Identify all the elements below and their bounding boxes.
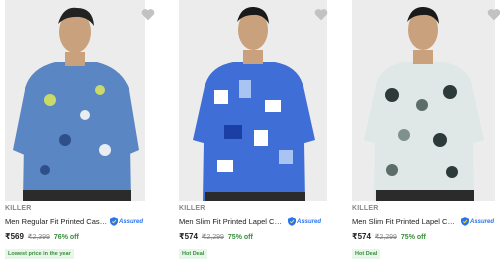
product-info: KILLER Men Slim Fit Printed Lapel Collar… [179,204,344,259]
assured-badge: Assured [110,217,143,227]
model-photo-shirt-white-print [352,0,495,201]
assured-label: Assured [119,218,144,225]
original-price: ₹2,299 [374,234,397,241]
product-image[interactable] [5,0,145,201]
discount-percent: 75% off [227,234,253,241]
product-card[interactable]: KILLER Men Slim Fit Printed Lapel Collar… [347,0,500,259]
price-row: ₹574 ₹2,299 75% off [179,232,344,242]
product-info: KILLER Men Regular Fit Printed Casual S.… [5,204,170,259]
deal-badge: Hot Deal [179,249,208,259]
product-brand: KILLER [352,205,379,212]
product-title[interactable]: Men Slim Fit Printed Lapel Collar... [352,217,459,226]
assured-shield-icon [110,217,118,226]
assured-badge: Assured [288,217,321,227]
wishlist-heart-icon[interactable] [314,8,328,21]
assured-shield-icon [288,217,296,226]
assured-label: Assured [297,218,322,225]
product-title-row: Men Regular Fit Printed Casual S... Assu… [5,216,170,227]
product-title[interactable]: Men Regular Fit Printed Casual S... [5,217,108,226]
product-card[interactable]: KILLER Men Regular Fit Printed Casual S.… [0,0,170,259]
selling-price: ₹569 [5,232,24,241]
deal-badge: Hot Deal [352,249,381,259]
product-title-row: Men Slim Fit Printed Lapel Collar... Ass… [352,216,500,227]
product-title-row: Men Slim Fit Printed Lapel Collar... Ass… [179,216,344,227]
product-card[interactable]: KILLER Men Slim Fit Printed Lapel Collar… [174,0,344,259]
product-image[interactable] [179,0,327,201]
assured-label: Assured [470,218,495,225]
price-row: ₹569 ₹2,399 76% off [5,232,170,242]
assured-badge: Assured [461,217,494,227]
selling-price: ₹574 [179,232,198,241]
wishlist-heart-icon[interactable] [487,8,500,21]
model-photo-shirt-blue-abstract [179,0,327,201]
original-price: ₹2,399 [27,234,50,241]
product-brand: KILLER [179,205,206,212]
model-photo-shirt-blue-floral [5,0,145,201]
assured-shield-icon [461,217,469,226]
original-price: ₹2,299 [201,234,224,241]
product-grid: KILLER Men Regular Fit Printed Casual S.… [0,0,500,259]
product-title[interactable]: Men Slim Fit Printed Lapel Collar... [179,217,286,226]
discount-percent: 75% off [400,234,426,241]
product-info: KILLER Men Slim Fit Printed Lapel Collar… [352,204,500,259]
product-image[interactable] [352,0,495,201]
discount-percent: 76% off [53,234,79,241]
product-brand: KILLER [5,205,32,212]
wishlist-heart-icon[interactable] [141,8,155,21]
deal-badge: Lowest price in the year [5,249,74,259]
price-row: ₹574 ₹2,299 75% off [352,232,500,242]
selling-price: ₹574 [352,232,371,241]
